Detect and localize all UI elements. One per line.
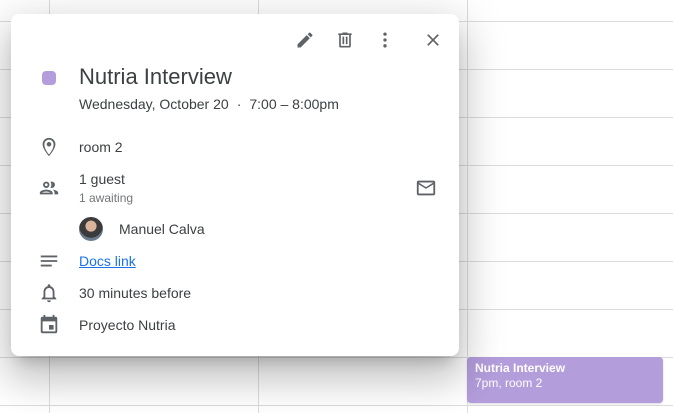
mail-icon — [416, 180, 436, 196]
event-date: Wednesday, October 20 — [79, 96, 229, 112]
calendar-event-chip[interactable]: Nutria Interview 7pm, room 2 — [467, 357, 663, 403]
event-color-swatch — [42, 71, 56, 85]
chip-details: 7pm, room 2 — [475, 376, 543, 390]
delete-icon — [338, 32, 352, 48]
description-icon — [38, 250, 60, 272]
people-icon — [38, 177, 60, 199]
close-icon — [427, 34, 439, 46]
edit-button[interactable] — [291, 26, 319, 54]
more-options-button[interactable] — [371, 26, 399, 54]
close-button[interactable] — [419, 26, 447, 54]
avatar — [79, 217, 103, 241]
email-guests-button[interactable] — [415, 177, 439, 201]
grid-row-divider — [0, 405, 673, 406]
guest-status: 1 awaiting — [79, 191, 134, 205]
calendar-name: Proyecto Nutria — [79, 317, 176, 333]
more-options-icon — [383, 32, 387, 48]
event-title: Nutria Interview — [79, 64, 232, 89]
reminder-text: 30 minutes before — [79, 285, 192, 301]
chip-title: Nutria Interview — [475, 361, 566, 375]
guest-summary: 1 guest — [79, 171, 125, 187]
guest-name: Manuel Calva — [119, 221, 205, 237]
event-date-time: Wednesday, October 20 · 7:00 – 8:00pm — [79, 96, 339, 112]
bell-icon — [38, 282, 60, 304]
event-details-popup: Nutria Interview Wednesday, October 20 · 7… — [11, 14, 459, 356]
docs-link[interactable]: Docs link — [79, 253, 136, 269]
event-location: room 2 — [79, 139, 123, 155]
location-pin-icon — [38, 136, 60, 158]
edit-icon — [297, 32, 313, 48]
separator-dot: · — [236, 96, 242, 112]
calendar-icon — [38, 314, 60, 336]
event-time: 7:00 – 8:00pm — [249, 96, 339, 112]
delete-button[interactable] — [331, 26, 359, 54]
grid-column-divider — [467, 0, 468, 413]
